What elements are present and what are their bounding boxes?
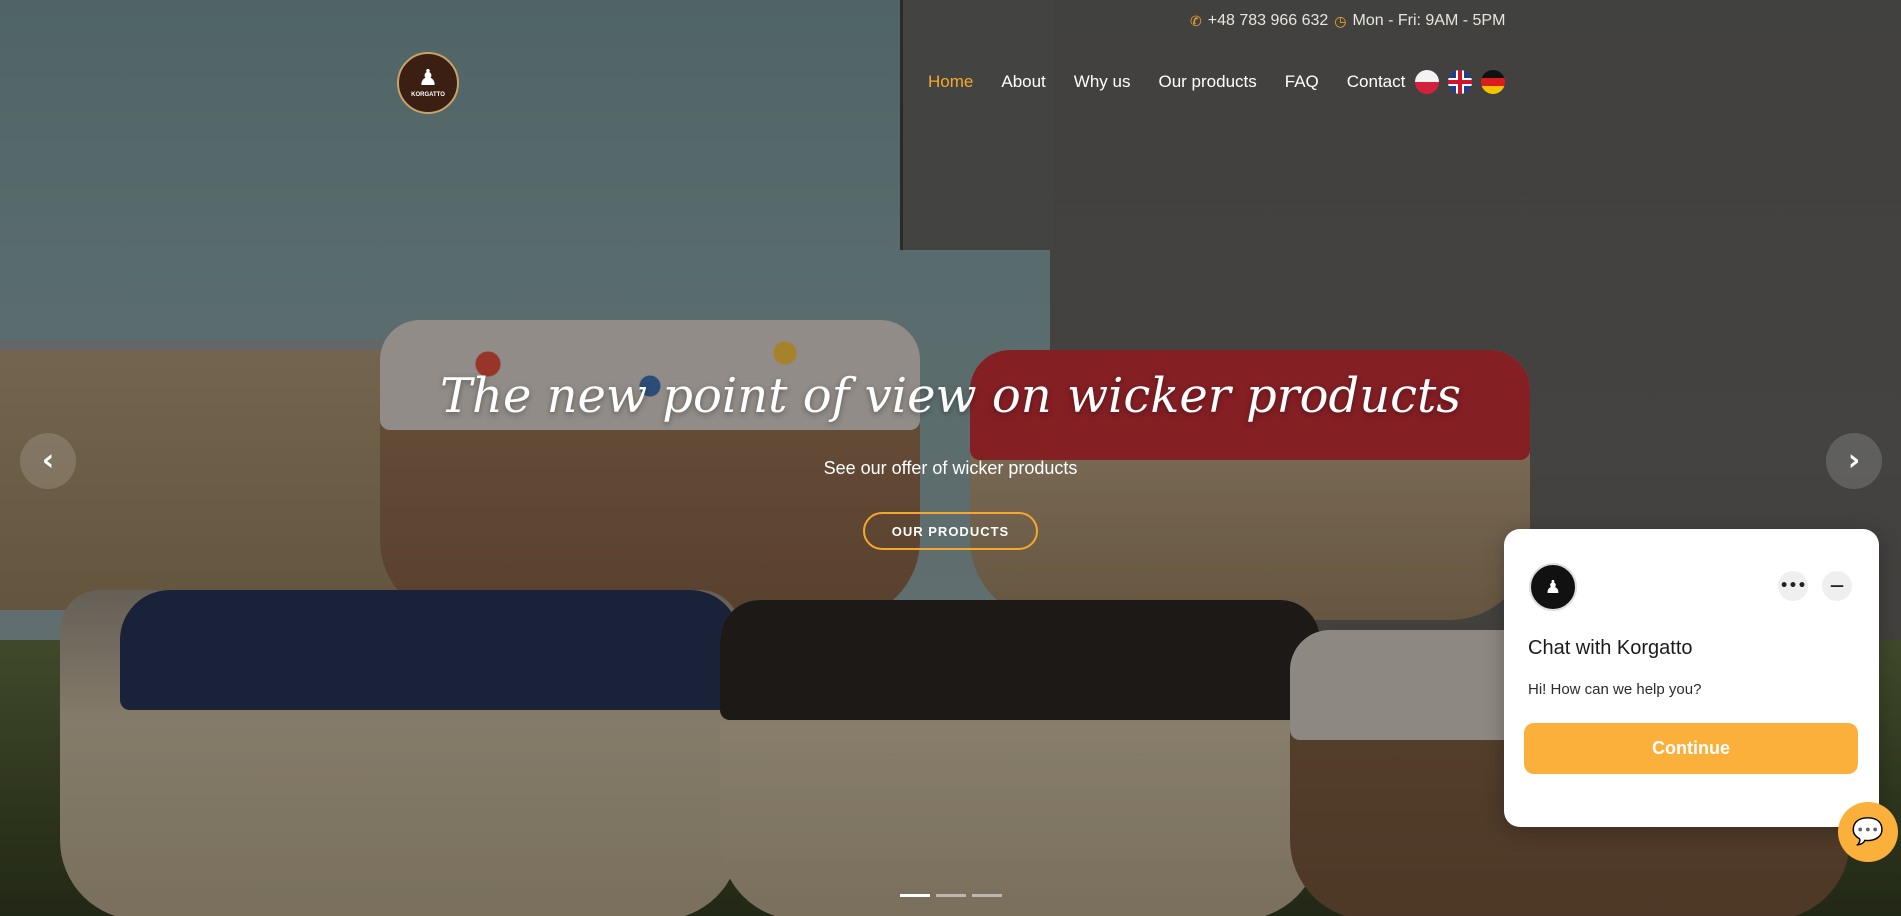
chat-widget: ♟ ••• — Chat with Korgatto Hi! How can w…	[1504, 529, 1879, 827]
chat-avatar: ♟	[1529, 563, 1577, 611]
nav-our-products[interactable]: Our products	[1158, 72, 1256, 92]
nav-faq[interactable]: FAQ	[1285, 72, 1319, 92]
dog-icon: ♟	[1544, 576, 1562, 598]
more-options-button[interactable]: •••	[1778, 571, 1808, 601]
nav-contact[interactable]: Contact	[1347, 72, 1406, 92]
slide-indicator-3[interactable]	[972, 894, 1002, 897]
more-icon: •••	[1779, 578, 1807, 594]
clock-icon: ◷	[1334, 12, 1347, 29]
phone-icon: ✆	[1190, 12, 1202, 29]
chat-title: Chat with Korgatto	[1528, 637, 1693, 659]
en-flag-icon[interactable]	[1448, 70, 1472, 94]
nav-why-us[interactable]: Why us	[1074, 72, 1131, 92]
chat-launcher-button[interactable]: 💬	[1838, 802, 1898, 862]
hero-title: The new point of view on wicker products	[440, 368, 1461, 424]
chat-bubble-icon: 💬	[1851, 817, 1885, 847]
our-products-button[interactable]: OUR PRODUCTS	[863, 512, 1038, 550]
chat-continue-button[interactable]: Continue	[1524, 723, 1858, 774]
logo[interactable]: ♟ KORGATTO	[397, 52, 459, 114]
minimize-button[interactable]: —	[1822, 571, 1852, 601]
topbar: ✆ +48 783 966 632 ◷ Mon - Fri: 9AM - 5PM	[1190, 12, 1505, 30]
slide-indicator-1[interactable]	[900, 894, 930, 897]
pl-flag-icon[interactable]	[1415, 70, 1439, 94]
chevron-right-icon: ›	[1847, 443, 1861, 478]
chat-message: Hi! How can we help you?	[1528, 681, 1702, 698]
minimize-icon: —	[1830, 578, 1844, 594]
phone-number[interactable]: +48 783 966 632	[1208, 12, 1329, 30]
slider-indicators	[900, 894, 1002, 897]
slider-prev-button[interactable]: ‹	[20, 433, 76, 489]
dog-icon: ♟	[418, 66, 438, 91]
slide-indicator-2[interactable]	[936, 894, 966, 897]
slider-next-button[interactable]: ›	[1826, 433, 1882, 489]
opening-hours: Mon - Fri: 9AM - 5PM	[1352, 12, 1506, 29]
language-switcher	[1415, 70, 1505, 94]
nav-about[interactable]: About	[1001, 72, 1045, 92]
logo-text: KORGATTO	[411, 92, 445, 98]
hero-subtitle: See our offer of wicker products	[823, 458, 1078, 478]
chevron-left-icon: ‹	[41, 443, 55, 478]
de-flag-icon[interactable]	[1481, 70, 1505, 94]
nav-home[interactable]: Home	[928, 72, 973, 92]
main-nav: Home About Why us Our products FAQ Conta…	[928, 72, 1405, 92]
